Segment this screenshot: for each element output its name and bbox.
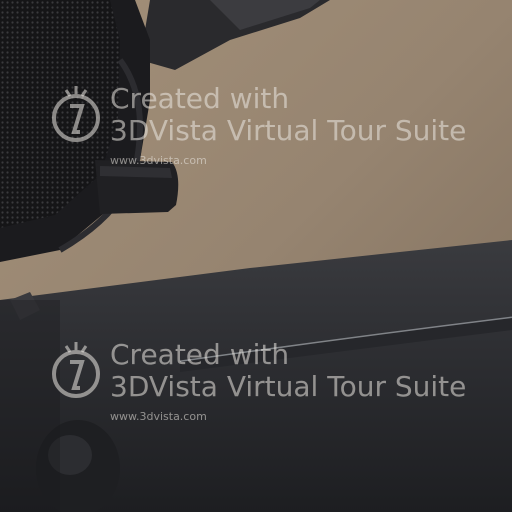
photo-viewer: Created with 3DVista Virtual Tour Suite … [0, 0, 512, 512]
photo-scene [0, 0, 512, 512]
